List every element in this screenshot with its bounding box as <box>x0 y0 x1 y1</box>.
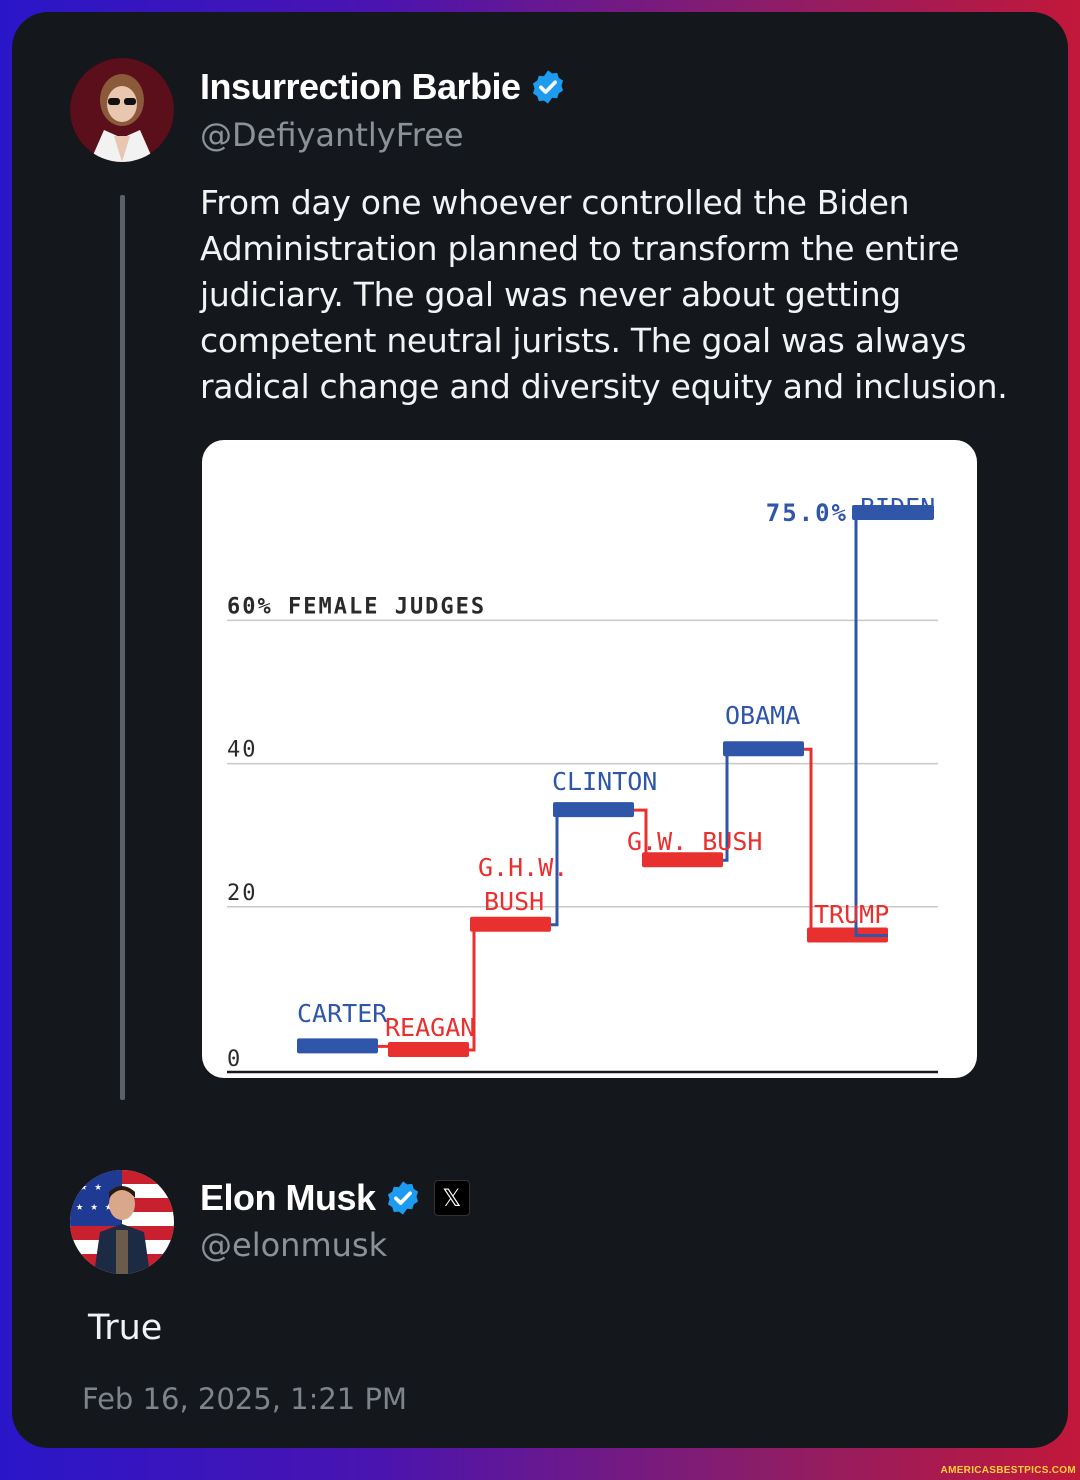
series-label: OBAMA <box>725 701 800 730</box>
display-name[interactable]: Insurrection Barbie <box>200 66 521 108</box>
bar-reagan <box>388 1042 469 1057</box>
bar-carter <box>297 1038 378 1054</box>
tweet-body: From day one whoever controlled the Bide… <box>200 183 1008 406</box>
tweet-timestamp[interactable]: Feb 16, 2025, 1:21 PM <box>82 1382 407 1416</box>
y-tick-label: 60% FEMALE JUDGES <box>227 594 486 619</box>
bar-obama <box>723 741 804 757</box>
y-tick-label: 20 <box>227 881 258 906</box>
series-label: REAGAN <box>385 1013 475 1042</box>
female-judges-chart: 0 20 40 60% FEMALE JUDGES CARTERREAGAN G.H.W.… <box>227 493 938 1074</box>
value-label: 75.0% <box>766 499 848 527</box>
reply-body: True <box>88 1308 163 1348</box>
author-name-1[interactable]: Insurrection Barbie <box>200 66 567 108</box>
display-name[interactable]: Elon Musk <box>200 1177 376 1219</box>
svg-text:★ ★: ★ ★ <box>80 1179 102 1193</box>
chart-image[interactable]: 0 20 40 60% FEMALE JUDGES CARTER REAGAN G.H.W.… <box>202 440 977 1078</box>
tweet-card: Insurrection Barbie @DefiyantlyFree From… <box>12 12 1068 1448</box>
series-label: G.H.W. <box>478 853 568 882</box>
series-label: G.W. BUSH <box>627 827 762 856</box>
series-label: BIDEN <box>860 493 935 522</box>
bar-g-h-w-bush <box>470 916 551 932</box>
series-label: CLINTON <box>552 767 657 796</box>
verified-badge-icon <box>532 70 563 104</box>
author-name-2[interactable]: Elon Musk 𝕏 <box>200 1177 470 1219</box>
y-tick-label: 40 <box>227 738 258 763</box>
svg-text:★ ★ ★: ★ ★ ★ <box>76 1199 112 1213</box>
watermark: AMERICASBESTPICS.COM <box>940 1465 1076 1476</box>
avatar-insurrection-barbie[interactable] <box>70 58 174 162</box>
series-label: BUSH <box>484 887 544 916</box>
author-handle-1[interactable]: @DefiyantlyFree <box>200 116 464 154</box>
thread-connector-line <box>120 195 125 1100</box>
series-label: CARTER <box>297 999 388 1028</box>
verified-badge-icon <box>387 1181 418 1215</box>
avatar-elon-musk[interactable]: ★ ★ ★ ★ ★ <box>70 1170 174 1274</box>
bar-clinton <box>553 802 634 818</box>
x-affiliation-icon: 𝕏 <box>433 1180 470 1216</box>
connector-biden <box>854 513 888 937</box>
y-tick-label: 0 <box>227 1047 242 1072</box>
series-label: TRUMP <box>814 900 889 929</box>
author-handle-2[interactable]: @elonmusk <box>200 1226 387 1264</box>
